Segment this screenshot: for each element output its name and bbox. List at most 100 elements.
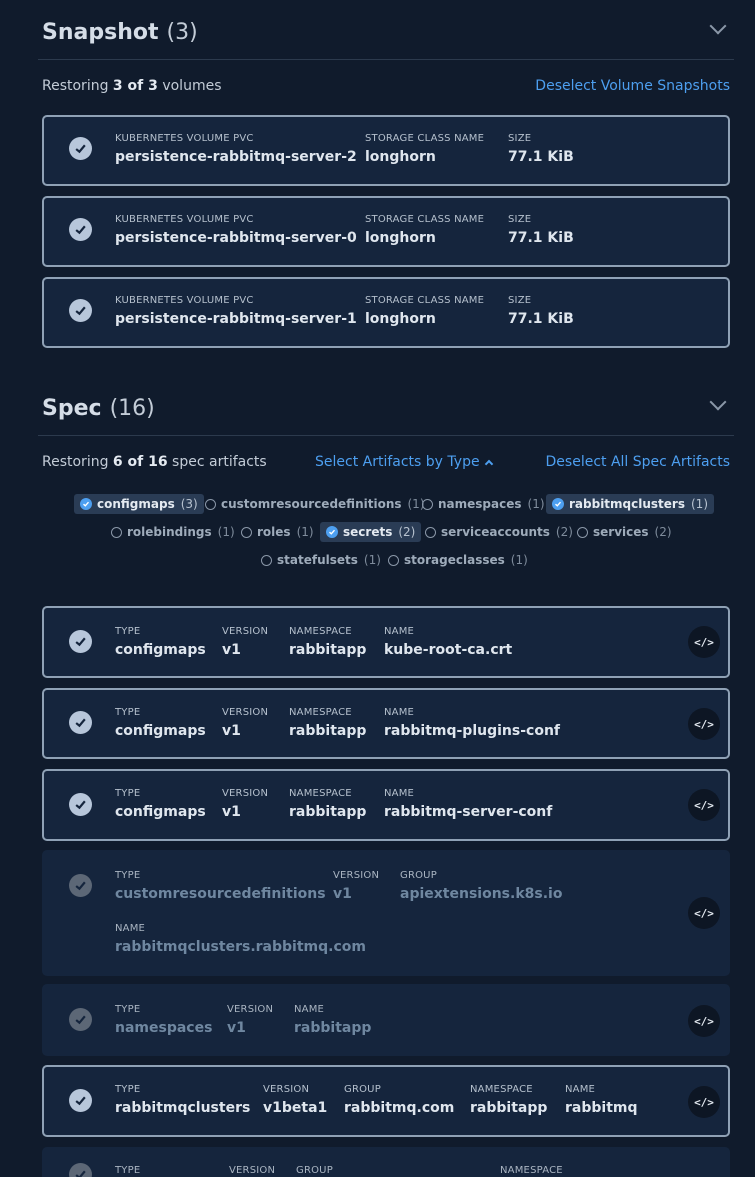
spec-section-header[interactable]: Spec (16) bbox=[38, 376, 734, 436]
chip-storageclasses[interactable]: storageclasses (1) bbox=[382, 550, 534, 570]
field-value: v1 bbox=[333, 886, 352, 902]
group-field: GROUP rabbitmq.com bbox=[344, 1084, 454, 1116]
code-view-button[interactable]: </> bbox=[688, 626, 720, 658]
check-circle-icon[interactable] bbox=[69, 218, 92, 241]
chip-label: customresourcedefinitions bbox=[221, 497, 402, 511]
field-value: configmaps bbox=[115, 723, 206, 739]
field-value: rabbitapp bbox=[289, 804, 367, 820]
namespace-field: NAMESPACE rabbitapp bbox=[289, 626, 366, 658]
field-label: TYPE bbox=[115, 1084, 141, 1095]
chip-serviceaccounts[interactable]: serviceaccounts (2) bbox=[419, 522, 579, 542]
field-value: 77.1 KiB bbox=[508, 311, 574, 327]
chip-roles[interactable]: roles (1) bbox=[235, 522, 320, 542]
chip-secrets[interactable]: secrets (2) bbox=[320, 522, 422, 542]
artifact-card[interactable]: TYPE configmaps VERSION v1 NAMESPACE rabbit… bbox=[42, 769, 730, 841]
field-value: rabbitapp bbox=[289, 642, 367, 658]
chip-label: statefulsets bbox=[277, 553, 358, 567]
chip-rabbitmqclusters[interactable]: rabbitmqclusters (1) bbox=[546, 494, 714, 514]
version-field: VERSION v1 bbox=[222, 788, 268, 820]
chip-customresourcedefinitions[interactable]: customresourcedefinitions (1) bbox=[199, 494, 431, 514]
chip-count: (1) bbox=[363, 553, 381, 567]
check-circle-icon[interactable] bbox=[69, 711, 92, 734]
artifact-card[interactable]: TYPE configmaps VERSION v1 NAMESPACE rabbit… bbox=[42, 606, 730, 678]
check-circle-icon[interactable] bbox=[69, 137, 92, 160]
type-field: TYPE customresourcedefinitions bbox=[115, 870, 326, 902]
check-circle-icon[interactable] bbox=[69, 1089, 92, 1112]
chevron-down-icon[interactable] bbox=[709, 17, 727, 35]
artifact-card[interactable]: TYPE rabbitmqclusters VERSION v1beta1 GROU… bbox=[42, 1065, 730, 1137]
namespace-field: NAMESPACE bbox=[500, 1165, 563, 1176]
select-artifacts-by-type-link[interactable]: Select Artifacts by Type bbox=[315, 454, 493, 470]
chip-rolebindings[interactable]: rolebindings (1) bbox=[105, 522, 241, 542]
chip-label: secrets bbox=[343, 525, 393, 539]
volume-card[interactable]: KUBERNETES VOLUME PVC persistence-rabbitm… bbox=[42, 115, 730, 186]
chip-namespaces[interactable]: namespaces (1) bbox=[416, 494, 551, 514]
type-field: TYPE bbox=[115, 1165, 140, 1176]
version-field: VERSION v1 bbox=[333, 870, 379, 902]
code-view-button[interactable]: </> bbox=[688, 897, 720, 929]
namespace-field: NAMESPACE rabbitapp bbox=[289, 707, 366, 739]
field-label: KUBERNETES VOLUME PVC bbox=[115, 295, 254, 306]
field-value: longhorn bbox=[365, 149, 436, 165]
summary-count: 6 of 16 bbox=[112, 454, 168, 470]
deselect-volume-snapshots-link[interactable]: Deselect Volume Snapshots bbox=[535, 78, 730, 94]
code-view-button[interactable]: </> bbox=[688, 1086, 720, 1118]
chip-count: (1) bbox=[510, 553, 528, 567]
chip-statefulsets[interactable]: statefulsets (1) bbox=[255, 550, 387, 570]
radio-icon bbox=[577, 526, 588, 538]
radio-icon bbox=[425, 526, 436, 538]
field-label: SIZE bbox=[508, 295, 532, 306]
field-value: persistence-rabbitmq-server-1 bbox=[115, 311, 357, 327]
chevron-down-icon[interactable] bbox=[709, 393, 727, 411]
code-view-button[interactable]: </> bbox=[688, 789, 720, 821]
version-field: VERSION v1 bbox=[227, 1004, 273, 1036]
field-label: STORAGE CLASS NAME bbox=[365, 295, 485, 306]
check-circle-icon[interactable] bbox=[69, 630, 92, 653]
field-label: VERSION bbox=[333, 870, 380, 881]
field-value: rabbitmq-plugins-conf bbox=[384, 723, 560, 739]
check-circle-icon[interactable] bbox=[69, 1163, 92, 1177]
volume-card[interactable]: KUBERNETES VOLUME PVC persistence-rabbitm… bbox=[42, 277, 730, 348]
chip-label: serviceaccounts bbox=[441, 525, 550, 539]
snapshot-section-header[interactable]: Snapshot (3) bbox=[38, 0, 734, 60]
artifact-card[interactable]: TYPE configmaps VERSION v1 NAMESPACE rabbit… bbox=[42, 688, 730, 759]
spec-summary: Restoring 6 of 16 spec artifacts bbox=[42, 454, 267, 470]
artifact-card[interactable]: TYPE namespaces VERSION v1 NAME rabbitapp <… bbox=[42, 984, 730, 1056]
field-label: NAME bbox=[115, 923, 146, 934]
check-circle-icon[interactable] bbox=[69, 1008, 92, 1031]
version-field: VERSION v1 bbox=[222, 707, 268, 739]
type-field: TYPE configmaps bbox=[115, 626, 206, 658]
field-value: 77.1 KiB bbox=[508, 230, 574, 246]
snapshot-count: (3) bbox=[166, 20, 198, 45]
chip-services[interactable]: services (2) bbox=[571, 522, 678, 542]
select-by-type-label: Select Artifacts by Type bbox=[315, 454, 480, 470]
field-value: rabbitmqclusters bbox=[115, 1100, 251, 1116]
summary-suffix: spec artifacts bbox=[167, 454, 267, 470]
artifact-card[interactable]: TYPE customresourcedefinitions VERSION v1 … bbox=[42, 850, 730, 976]
type-field: TYPE namespaces bbox=[115, 1004, 212, 1036]
snapshot-title-text: Snapshot bbox=[42, 20, 159, 45]
field-value: persistence-rabbitmq-server-0 bbox=[115, 230, 357, 246]
field-value: customresourcedefinitions bbox=[115, 886, 326, 902]
spec-count: (16) bbox=[109, 396, 155, 421]
chip-configmaps[interactable]: configmaps (3) bbox=[74, 494, 204, 514]
field-label: VERSION bbox=[263, 1084, 310, 1095]
volume-card[interactable]: KUBERNETES VOLUME PVC persistence-rabbitm… bbox=[42, 196, 730, 267]
chip-label: storageclasses bbox=[404, 553, 505, 567]
deselect-all-spec-artifacts-link[interactable]: Deselect All Spec Artifacts bbox=[546, 454, 730, 470]
field-label: VERSION bbox=[229, 1165, 276, 1176]
artifact-card[interactable]: TYPE VERSION GROUP NAMESPACE bbox=[42, 1147, 730, 1177]
chip-label: configmaps bbox=[97, 497, 175, 511]
field-label: NAMESPACE bbox=[500, 1165, 563, 1176]
code-view-button[interactable]: </> bbox=[688, 1005, 720, 1037]
check-circle-icon[interactable] bbox=[69, 793, 92, 816]
field-value: v1 bbox=[222, 804, 241, 820]
field-value: configmaps bbox=[115, 804, 206, 820]
field-label: TYPE bbox=[115, 707, 141, 718]
name-field: NAME rabbitapp bbox=[294, 1004, 371, 1036]
type-field: TYPE configmaps bbox=[115, 788, 206, 820]
check-circle-icon[interactable] bbox=[69, 299, 92, 322]
check-circle-icon[interactable] bbox=[69, 874, 92, 897]
code-view-button[interactable]: </> bbox=[688, 708, 720, 740]
chip-label: rolebindings bbox=[127, 525, 212, 539]
